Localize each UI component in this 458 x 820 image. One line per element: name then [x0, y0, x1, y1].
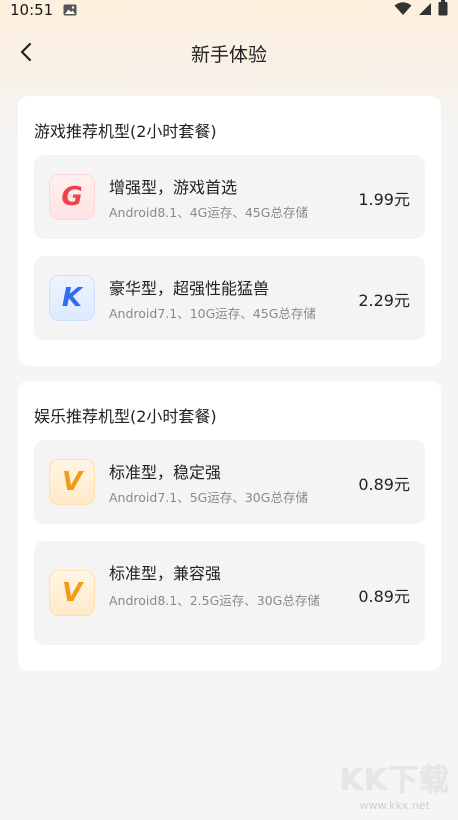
section-title: 游戏推荐机型(2小时套餐)	[34, 122, 217, 141]
game-plans-section: 游戏推荐机型(2小时套餐) G 增强型，游戏首选 Android8.1、4G运存…	[18, 96, 441, 366]
image-notification-icon	[63, 1, 77, 20]
v-badge-icon: V	[49, 570, 95, 616]
plan-price: 2.29元	[358, 291, 410, 310]
battery-icon	[438, 0, 448, 20]
plan-price: 1.99元	[358, 190, 410, 209]
plan-card[interactable]: V 标准型，兼容强 Android8.1、2.5G运存、30G总存储 0.89元	[34, 541, 425, 645]
app-header: 新手体验	[0, 30, 458, 74]
plan-spec: Android7.1、10G运存、45G总存储	[109, 306, 316, 321]
section-title: 娱乐推荐机型(2小时套餐)	[34, 407, 217, 426]
plan-spec: Android8.1、4G运存、45G总存储	[109, 205, 308, 220]
watermark-logo: KK下载	[339, 763, 450, 798]
entertainment-plans-section: 娱乐推荐机型(2小时套餐) V 标准型，稳定强 Android7.1、5G运存、…	[18, 381, 441, 671]
status-bar: 10:51	[0, 0, 458, 20]
v-badge-icon: V	[49, 459, 95, 505]
page-title: 新手体验	[190, 44, 267, 66]
plan-price: 0.89元	[358, 587, 410, 606]
plan-card[interactable]: V 标准型，稳定强 Android7.1、5G运存、30G总存储 0.89元	[34, 440, 425, 524]
plan-card[interactable]: K 豪华型，超强性能猛兽 Android7.1、10G运存、45G总存储 2.2…	[34, 256, 425, 340]
plan-price: 0.89元	[358, 475, 410, 494]
plan-spec: Android7.1、5G运存、30G总存储	[109, 490, 308, 505]
status-time: 10:51	[10, 1, 54, 19]
k-badge-icon: K	[49, 275, 95, 321]
plan-name: 豪华型，超强性能猛兽	[109, 279, 270, 298]
wifi-icon	[394, 1, 412, 20]
plan-name: 增强型，游戏首选	[109, 178, 238, 197]
watermark: KK下载 www.kkx.net	[340, 755, 451, 812]
watermark-url: www.kkx.net	[359, 799, 430, 812]
signal-icon	[418, 1, 432, 20]
plan-name: 标准型，稳定强	[109, 463, 222, 482]
plan-name: 标准型，兼容强	[109, 564, 222, 583]
plan-card[interactable]: G 增强型，游戏首选 Android8.1、4G运存、45G总存储 1.99元	[34, 155, 425, 239]
g-badge-icon: G	[49, 174, 95, 220]
plan-spec: Android8.1、2.5G运存、30G总存储	[109, 593, 320, 608]
